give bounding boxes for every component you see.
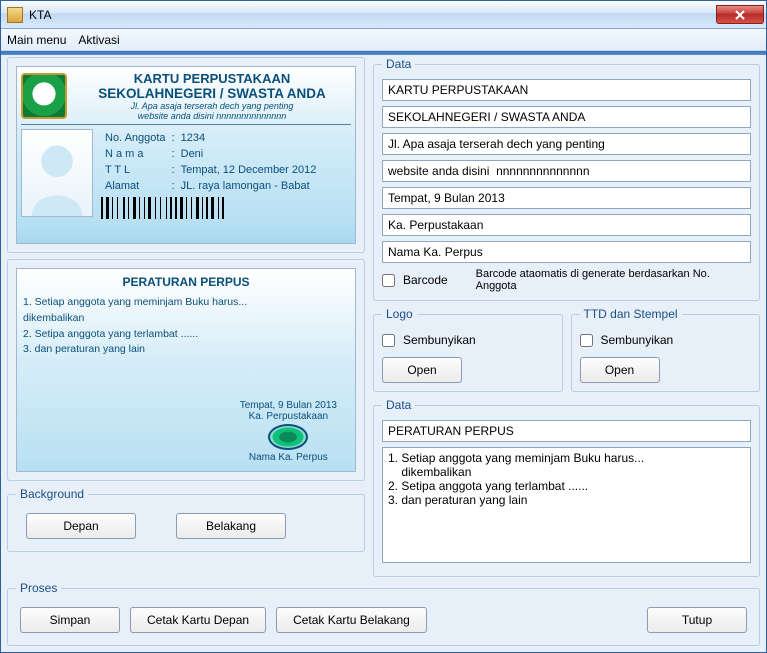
data-field-6[interactable] (382, 214, 751, 236)
sig-place-date: Tempat, 9 Bulan 2013 (240, 400, 337, 411)
menu-main[interactable]: Main menu (7, 33, 66, 47)
logo-legend: Logo (382, 307, 417, 321)
alamat-label: Alamat (103, 179, 168, 193)
data-field-1[interactable] (382, 79, 751, 101)
card-back-frame: PERATURAN PERPUS 1. Setiap anggota yang … (7, 259, 365, 481)
data2-legend: Data (382, 398, 415, 412)
ttd-group: TTD dan Stempel Sembunyikan Open (571, 307, 761, 392)
logo-open-button[interactable]: Open (382, 357, 462, 383)
school-logo-icon (21, 73, 67, 119)
close-icon (734, 10, 746, 20)
card-addr2: website anda disini nnnnnnnnnnnnnn (73, 111, 351, 121)
client-area: KARTU PERPUSTAKAAN SEKOLAHNEGERI / SWAST… (1, 51, 766, 652)
data-field-4[interactable] (382, 160, 751, 182)
rules-body-textarea[interactable] (382, 447, 751, 563)
barcode-hint: Barcode ataomatis di generate berdasarka… (476, 268, 751, 292)
proses-group: Proses Simpan Cetak Kartu Depan Cetak Ka… (7, 581, 760, 646)
cetak-depan-button[interactable]: Cetak Kartu Depan (130, 607, 266, 633)
proses-legend: Proses (16, 581, 61, 595)
ttd-hide-checkbox[interactable] (580, 334, 593, 347)
card-back: PERATURAN PERPUS 1. Setiap anggota yang … (16, 268, 356, 472)
logo-hide-label: Sembunyikan (403, 333, 476, 347)
card-addr1: Jl. Apa asaja terserah dech yang penting (73, 101, 351, 111)
menu-aktivasi[interactable]: Aktivasi (78, 33, 119, 47)
nama-label: N a m a (103, 147, 168, 161)
data-field-5[interactable] (382, 187, 751, 209)
avatar (21, 129, 93, 217)
close-button[interactable] (716, 5, 764, 24)
ttd-legend: TTD dan Stempel (580, 307, 682, 321)
menubar: Main menu Aktivasi (1, 29, 766, 51)
data-field-7[interactable] (382, 241, 751, 263)
no-value: 1234 (179, 131, 319, 145)
back-title: PERATURAN PERPUS (23, 275, 349, 289)
logo-hide-checkbox[interactable] (382, 334, 395, 347)
titlebar: KTA (1, 1, 766, 29)
card-front: KARTU PERPUSTAKAAN SEKOLAHNEGERI / SWAST… (16, 66, 356, 244)
data-group: Data Barcode Barcode ataomatis di genera… (373, 57, 760, 301)
data-legend: Data (382, 57, 415, 71)
card-title: KARTU PERPUSTAKAAN (73, 71, 351, 86)
window-title: KTA (29, 8, 716, 22)
bg-belakang-button[interactable]: Belakang (176, 513, 286, 539)
ttl-value: Tempat, 12 December 2012 (179, 163, 319, 177)
tutup-button[interactable]: Tutup (647, 607, 747, 633)
card-school: SEKOLAHNEGERI / SWASTA ANDA (73, 86, 351, 101)
logo-group: Logo Sembunyikan Open (373, 307, 563, 392)
data-field-2[interactable] (382, 106, 751, 128)
bg-depan-button[interactable]: Depan (26, 513, 136, 539)
barcode-label: Barcode (403, 273, 448, 287)
app-window: KTA Main menu Aktivasi KARTU PERPUSTAKAA… (0, 0, 767, 653)
background-legend: Background (16, 487, 88, 501)
alamat-value: JL. raya lamongan - Babat (179, 179, 319, 193)
ttl-label: T T L (103, 163, 168, 177)
person-icon (24, 136, 90, 216)
barcode-checkbox[interactable] (382, 274, 395, 287)
simpan-button[interactable]: Simpan (20, 607, 120, 633)
ttd-hide-label: Sembunyikan (601, 333, 674, 347)
back-rules: 1. Setiap anggota yang meminjam Buku har… (23, 295, 349, 358)
barcode-graphic (101, 197, 351, 219)
card-front-frame: KARTU PERPUSTAKAAN SEKOLAHNEGERI / SWAST… (7, 57, 365, 253)
data-field-3[interactable] (382, 133, 751, 155)
cetak-belakang-button[interactable]: Cetak Kartu Belakang (276, 607, 427, 633)
no-label: No. Anggota (103, 131, 168, 145)
background-group: Background Depan Belakang (7, 487, 365, 552)
sig-name: Nama Ka. Perpus (240, 452, 337, 463)
stamp-icon (268, 424, 308, 450)
rules-title-input[interactable] (382, 420, 751, 442)
nama-value: Deni (179, 147, 319, 161)
data2-group: Data (373, 398, 760, 577)
sig-role: Ka. Perpustakaan (240, 411, 337, 422)
app-icon (7, 7, 23, 23)
ttd-open-button[interactable]: Open (580, 357, 660, 383)
